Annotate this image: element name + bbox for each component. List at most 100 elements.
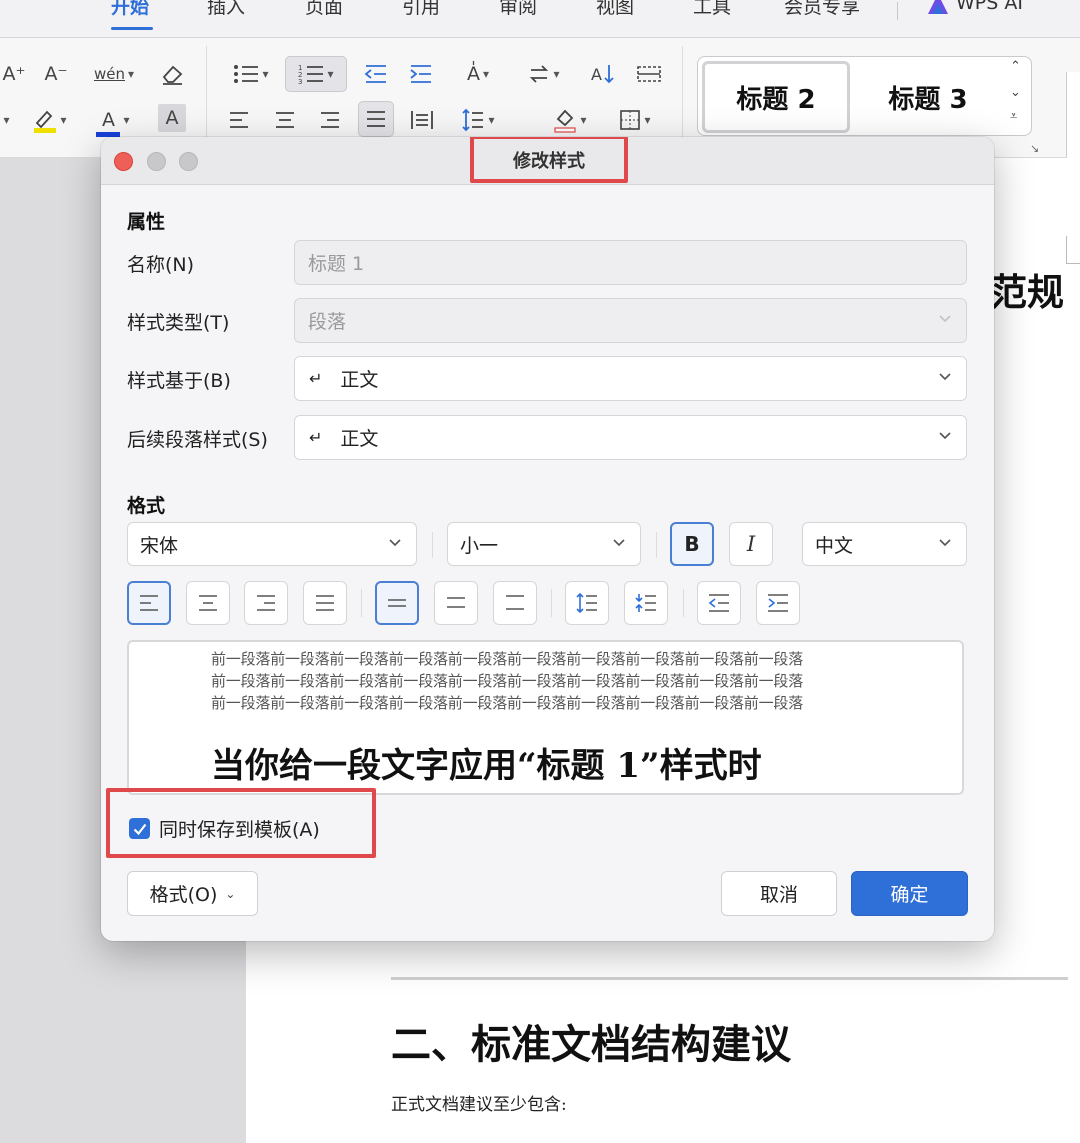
tab-wps-ai[interactable]: WPS AI [956,0,1023,14]
grow-font-button[interactable]: A⁺ [0,58,28,90]
next-style-select[interactable]: ↵ 正文 [294,415,967,460]
font-color-button[interactable]: A ▾ [90,104,136,137]
increase-paragraph-spacing-button[interactable] [565,581,609,625]
font-size-select[interactable]: 小一 [447,522,641,566]
ribbon-overflow-panel [1066,72,1080,162]
document-heading-fragment: 范规 [990,270,1064,314]
single-spacing-button[interactable] [375,581,419,625]
style-type-select[interactable]: 段落 [294,298,967,343]
align-center-button[interactable] [270,104,300,136]
paint-bucket-icon [554,109,577,133]
maximize-button[interactable] [179,152,198,171]
expand-gallery-icon[interactable]: ⩡ [1010,109,1017,124]
dialog-launcher-icon[interactable]: ↘ [1030,142,1039,155]
show-marks-button[interactable] [632,58,666,90]
highlighter-icon [34,110,57,133]
style-heading-3[interactable]: 标题 3 [858,61,998,133]
tab-insert[interactable]: 插入 [207,0,245,19]
border-icon [620,110,641,130]
chevron-down-icon: ▾ [553,67,560,81]
tab-view[interactable]: 视图 [596,0,634,19]
align-left-button[interactable] [224,104,254,136]
script-value: 中文 [815,534,854,557]
numbered-list-button[interactable]: 1 2 3 ▾ [285,56,347,92]
justify-icon [316,595,334,611]
chevron-down-icon: ▾ [482,67,490,81]
chevron-down-icon: ▾ [488,113,495,127]
name-field[interactable]: 标题 1 [294,240,967,285]
char-shading-button[interactable]: A [158,104,186,132]
dlg-align-right-button[interactable] [244,581,288,625]
save-to-template-label[interactable]: 同时保存到模板(A) [159,815,320,842]
style-preview-pane: 前一段落前一段落前一段落前一段落前一段落前一段落前一段落前一段落前一段落前一段落… [127,640,964,795]
align-left-icon [230,112,248,128]
tab-references[interactable]: 引用 [402,0,440,19]
style-type-label: 样式类型(T) [127,312,230,334]
save-to-template-checkbox[interactable] [129,818,150,839]
chevron-down-icon [612,535,626,549]
ribbon-overflow-left[interactable]: ▾ [0,104,10,136]
tab-member[interactable]: 会员专享 [784,0,860,19]
shading-button[interactable]: ▾ [546,104,594,136]
shrink-font-button[interactable]: A⁻ [42,58,70,90]
decrease-indent-button[interactable] [360,58,392,90]
preview-previous-paragraph: 前一段落前一段落前一段落前一段落前一段落前一段落前一段落前一段落前一段落前一段落 [211,694,804,712]
dialog-title: 修改样式 [513,150,585,172]
sort-az-icon: A [591,65,614,84]
decrease-indent-icon [708,594,729,612]
dlg-increase-indent-button[interactable] [756,581,800,625]
format-menu-button[interactable]: 格式(O) ⌄ [127,871,258,916]
font-select[interactable]: 宋体 [127,522,417,566]
horizontal-rule [391,977,1068,980]
based-on-select[interactable]: ↵ 正文 [294,356,967,401]
tab-home[interactable]: 开始 [111,0,149,19]
script-select[interactable]: 中文 [802,522,967,566]
chevron-up-icon[interactable]: ⌃ [1010,59,1021,74]
decrease-paragraph-spacing-button[interactable] [624,581,668,625]
dlg-decrease-indent-button[interactable] [697,581,741,625]
cancel-button[interactable]: 取消 [721,871,837,916]
tab-divider [897,2,898,20]
tab-tools[interactable]: 工具 [693,0,731,19]
phonetic-guide-button[interactable]: wén ▾ [88,58,140,90]
bullet-list-button[interactable]: ▾ [226,58,276,90]
minimize-button[interactable] [147,152,166,171]
chevron-down-icon [938,369,952,383]
borders-button[interactable]: ▾ [610,104,660,136]
dialog-titlebar: 修改样式 [101,137,994,185]
sort-button[interactable]: ▾ [518,58,570,90]
highlight-button[interactable]: ▾ [24,104,74,136]
dlg-justify-button[interactable] [303,581,347,625]
distribute-button[interactable] [405,104,439,136]
style-heading-2[interactable]: 标题 2 [702,61,850,133]
ok-button[interactable]: 确定 [851,871,968,916]
style-type-value: 段落 [308,311,347,333]
italic-button[interactable]: I [729,522,773,566]
align-right-button[interactable] [315,104,345,136]
cancel-button-label: 取消 [759,884,798,906]
line-spacing-button[interactable]: ▾ [452,104,504,136]
text-direction-button[interactable]: A̍ ▾ [452,58,504,90]
tab-review[interactable]: 审阅 [499,0,537,19]
one-half-spacing-button[interactable] [434,581,478,625]
bold-button[interactable]: B [670,522,714,566]
align-center-icon [276,112,294,128]
dlg-align-center-button[interactable] [186,581,230,625]
double-spacing-button[interactable] [493,581,537,625]
format-section-title: 格式 [127,495,166,517]
preview-previous-paragraph: 前一段落前一段落前一段落前一段落前一段落前一段落前一段落前一段落前一段落前一段落 [211,672,804,690]
paragraph-return-icon: ↵ [309,369,323,388]
justify-icon [367,111,385,127]
tab-page[interactable]: 页面 [305,0,343,19]
close-button[interactable] [114,152,133,171]
format-divider [361,589,362,617]
bullet-list-icon [234,65,259,83]
ribbon-divider [682,46,683,140]
clear-format-button[interactable] [156,58,188,90]
chevron-down-icon[interactable]: ⌄ [1010,85,1021,100]
increase-indent-button[interactable] [405,58,437,90]
justify-button[interactable] [358,101,394,137]
ribbon-tab-bar: 开始 插入 页面 引用 审阅 视图 工具 会员专享 WPS AI [0,0,1080,38]
dlg-align-left-button[interactable] [127,581,171,625]
sort-az-button[interactable]: A [586,58,620,90]
